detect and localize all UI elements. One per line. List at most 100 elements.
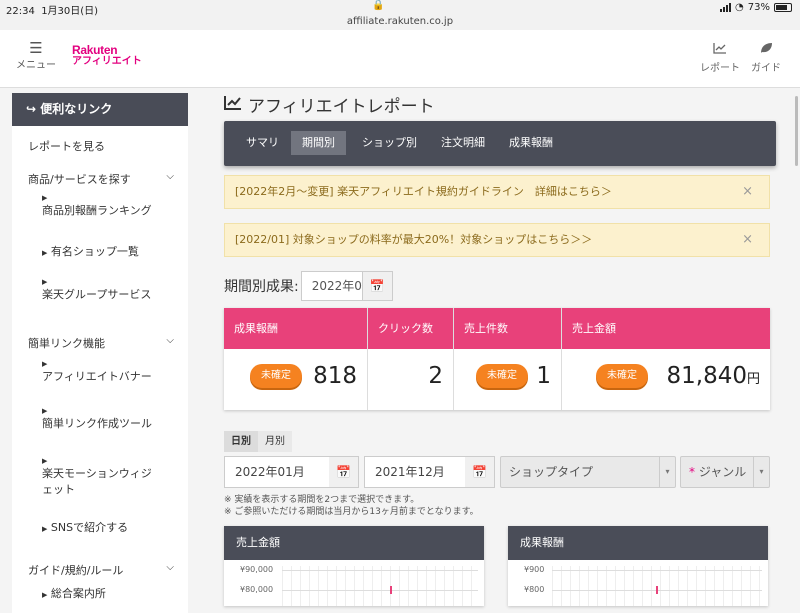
y-tick-label: ¥90,000: [240, 565, 274, 574]
y-tick-label: ¥900: [524, 565, 545, 574]
menu-button[interactable]: ☰ メニュー: [14, 40, 58, 71]
calendar-icon[interactable]: 📅: [362, 271, 393, 301]
unconfirmed-badge: 未確定: [596, 364, 648, 388]
unconfirmed-badge: 未確定: [250, 364, 302, 388]
triangle-bullet-icon: ▶: [42, 360, 48, 368]
hamburger-icon: ☰: [29, 39, 43, 57]
lock-icon: 🔒: [372, 0, 385, 11]
tab-reward[interactable]: 成果報酬: [498, 131, 564, 155]
sidebar-item-info[interactable]: ▶ 総合案内所: [12, 585, 188, 601]
stat-value: 818: [313, 363, 357, 389]
sidebar-item-search-products[interactable]: 商品/サービスを探す ⌵: [12, 171, 188, 187]
stat-sales-amount: 売上金額 未確定 81,840円: [562, 308, 770, 410]
notice-banner[interactable]: [2022/01] 対象ショップの料率が最大20%！対象ショップはこちら＞＞ ×: [224, 223, 770, 257]
rakuten-affiliate-logo[interactable]: Rakuten アフィリエイト: [72, 44, 142, 68]
stats-summary: 成果報酬 未確定 818 クリック数 2 売上件数 未確定 1 売上金額 未確定…: [224, 308, 770, 410]
panel-title: 売上金額: [224, 526, 484, 560]
chevron-down-icon: ▾: [659, 457, 675, 487]
stat-clicks: クリック数 2: [368, 308, 454, 410]
logo-line1: Rakuten: [72, 43, 118, 57]
period-selector: 期間別成果: 2022年0 📅: [224, 270, 393, 302]
period-label: 期間別成果:: [224, 279, 299, 295]
chevron-down-icon: ⌵: [166, 171, 174, 182]
chart-area: ¥90,000 ¥80,000: [224, 560, 484, 606]
sidebar-item-banner[interactable]: ▶ アフィリエイトバナー: [12, 360, 188, 384]
y-tick-label: ¥80,000: [240, 585, 274, 594]
triangle-bullet-icon: ▶: [42, 525, 48, 533]
share-arrow-icon: ↪: [26, 102, 37, 116]
grid-line: [552, 570, 762, 571]
chevron-down-icon: ⌵: [166, 335, 174, 346]
notice-banner[interactable]: [2022年2月～変更] 楽天アフィリエイト規約ガイドライン 詳細はこちら＞ ×: [224, 175, 770, 209]
page-title: アフィリエイトレポート: [224, 92, 435, 117]
stat-reward: 成果報酬 未確定 818: [224, 308, 368, 410]
chart-area: ¥900 ¥800: [508, 560, 768, 606]
sidebar-item-report[interactable]: レポートを見る: [12, 138, 188, 154]
toggle-monthly[interactable]: 月別: [258, 431, 292, 452]
notice-text: [2022/01] 対象ショップの料率が最大20%！対象ショップはこちら＞＞: [235, 233, 593, 246]
shop-type-select[interactable]: ショップタイプ ▾: [500, 456, 676, 488]
chart-grid: [282, 566, 478, 606]
tab-period[interactable]: 期間別: [291, 131, 346, 155]
triangle-bullet-icon: ▶: [42, 591, 48, 599]
chart-mark: [390, 586, 392, 594]
url-text[interactable]: affiliate.rakuten.co.jp: [0, 16, 800, 27]
stat-sales-count: 売上件数 未確定 1: [454, 308, 562, 410]
line-chart-icon: [700, 42, 740, 59]
signal-icon: [720, 3, 732, 12]
chevron-down-icon: ⌵: [166, 562, 174, 573]
page-scrollbar[interactable]: [795, 96, 798, 166]
granularity-toggle: 日別 月別: [224, 431, 292, 452]
reward-panel: 成果報酬 ¥900 ¥800: [508, 526, 768, 606]
sidebar-item-easy-link[interactable]: 簡単リンク機能 ⌵: [12, 335, 188, 351]
leaf-icon: [751, 42, 781, 59]
grid-line: [282, 590, 478, 591]
chevron-down-icon: ▾: [753, 457, 769, 487]
stat-value: 2: [428, 363, 443, 389]
sidebar-item-guide[interactable]: ガイド/規約/ルール ⌵: [12, 562, 188, 578]
calendar-icon[interactable]: 📅: [329, 456, 359, 488]
note-text: ※ ご参照いただける期間は当月から13ヶ月前までとなります。: [224, 507, 479, 517]
report-label: レポート: [700, 63, 740, 74]
sidebar-item-link-tool[interactable]: ▶ 簡単リンク作成ツール: [12, 407, 188, 431]
report-tabs: サマリ 期間別 ショップ別 注文明細 成果報酬: [224, 121, 776, 166]
panel-title: 成果報酬: [508, 526, 768, 560]
status-indicators: ◔ 73%: [720, 2, 792, 13]
tab-order-detail[interactable]: 注文明細: [430, 131, 496, 155]
triangle-bullet-icon: ▶: [42, 194, 48, 202]
logo-line2: アフィリエイト: [72, 56, 142, 67]
sidebar: ↪ 便利なリンク レポートを見る 商品/サービスを探す ⌵ ▶ 商品別報酬ランキング…: [12, 93, 188, 613]
line-chart-icon: [224, 95, 242, 115]
menu-label: メニュー: [16, 60, 56, 71]
sales-amount-panel: 売上金額 ¥90,000 ¥80,000: [224, 526, 484, 606]
from-month-input[interactable]: 2022年01月: [224, 456, 330, 488]
y-tick-label: ¥800: [524, 585, 545, 594]
wifi-icon: ◔: [735, 2, 744, 13]
sidebar-item-shops[interactable]: ▶ 有名ショップ一覧: [12, 243, 188, 259]
close-icon[interactable]: ×: [742, 224, 753, 256]
toggle-daily[interactable]: 日別: [224, 431, 258, 452]
to-month-input[interactable]: 2021年12月: [364, 456, 466, 488]
stat-value: 1: [536, 363, 551, 389]
status-time: 22:34 1月30日(日): [6, 6, 99, 17]
tab-summary[interactable]: サマリ: [235, 131, 290, 155]
period-date-input[interactable]: 2022年0: [300, 271, 363, 301]
site-header: ☰ メニュー Rakuten アフィリエイト レポート ガイド: [0, 30, 800, 88]
grid-line: [282, 570, 478, 571]
triangle-bullet-icon: ▶: [42, 278, 48, 286]
sidebar-item-motion-widget[interactable]: ▶ 楽天モーションウィジ ェット: [12, 457, 188, 497]
sidebar-item-ranking[interactable]: ▶ 商品別報酬ランキング: [12, 194, 188, 218]
genre-select[interactable]: * ジャンル ▾: [680, 456, 770, 488]
chart-mark: [656, 586, 658, 594]
close-icon[interactable]: ×: [742, 176, 753, 208]
stat-head: 売上件数: [454, 308, 561, 349]
guide-header-button[interactable]: ガイド: [751, 42, 781, 74]
calendar-icon[interactable]: 📅: [465, 456, 495, 488]
sidebar-item-sns[interactable]: ▶ SNSで紹介する: [12, 519, 188, 535]
notice-text: [2022年2月～変更] 楽天アフィリエイト規約ガイドライン 詳細はこちら＞: [235, 185, 612, 198]
report-header-button[interactable]: レポート: [700, 42, 740, 74]
tab-shop[interactable]: ショップ別: [351, 131, 428, 155]
sidebar-heading[interactable]: ↪ 便利なリンク: [12, 93, 188, 126]
triangle-bullet-icon: ▶: [42, 249, 48, 257]
sidebar-item-group-services[interactable]: ▶ 楽天グループサービス: [12, 278, 188, 302]
